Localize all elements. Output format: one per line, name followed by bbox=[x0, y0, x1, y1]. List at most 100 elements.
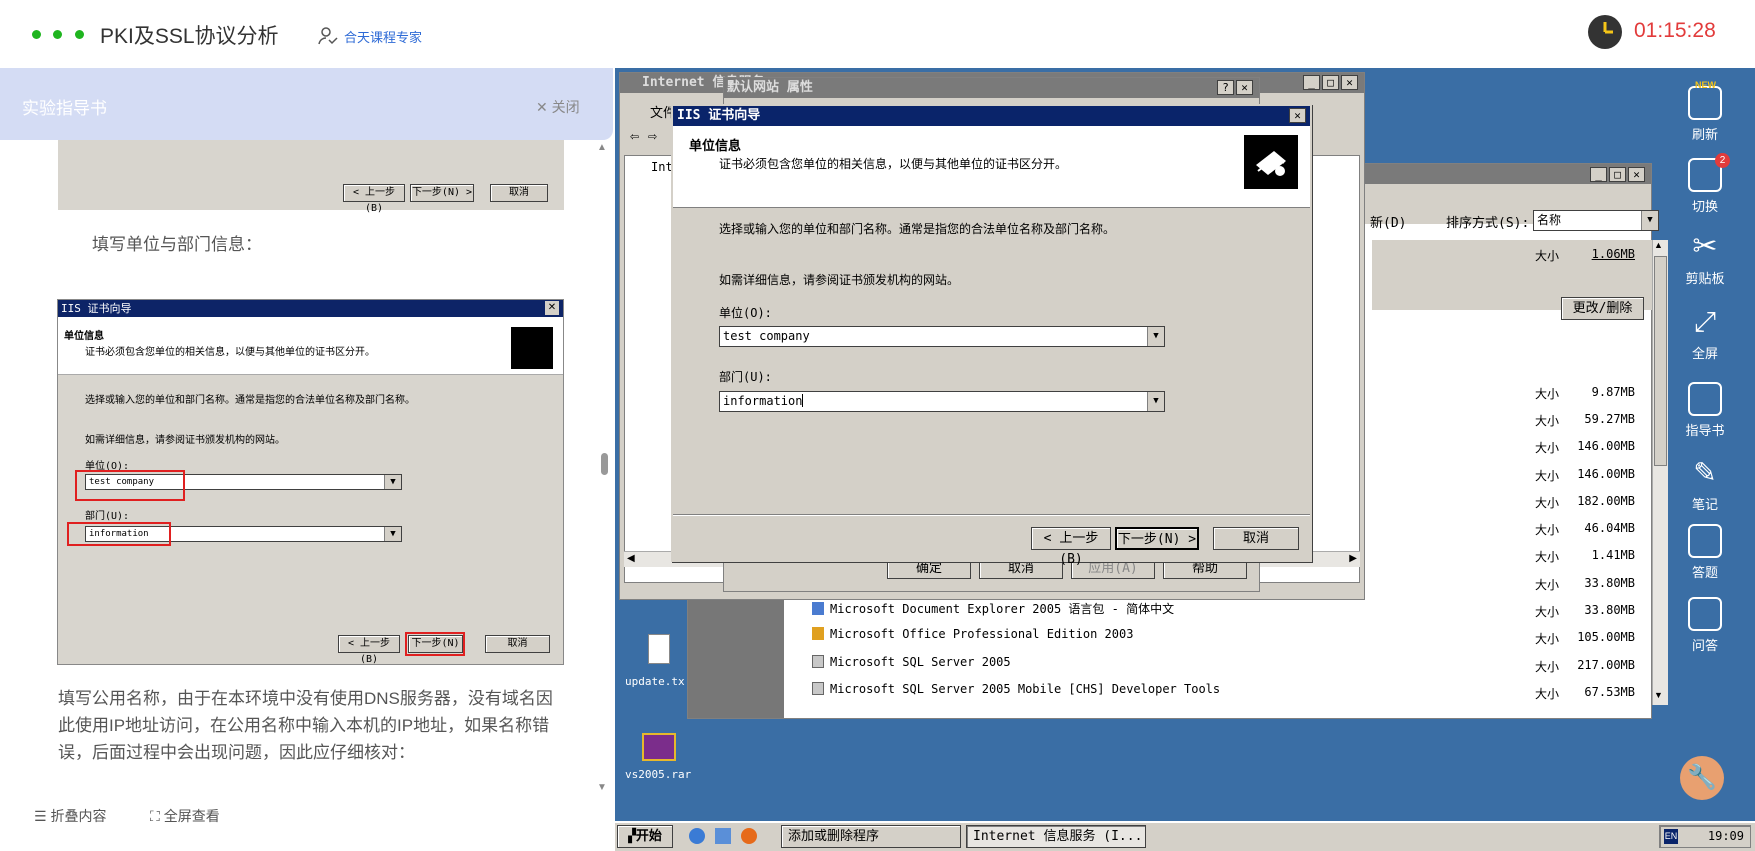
desktop-icon-label[interactable]: vs2005.rar bbox=[625, 768, 691, 781]
fold-content-button[interactable]: ☰ 折叠内容 bbox=[34, 806, 106, 826]
size-row: 大小 146.00MB bbox=[1535, 467, 1635, 484]
next-button[interactable]: 下一步(N) > bbox=[1115, 527, 1199, 550]
status-dot bbox=[32, 30, 41, 39]
dept-label: 部门(U): bbox=[719, 370, 772, 384]
guide-title: 实验指导书 bbox=[22, 99, 107, 118]
fullscreen-view-button[interactable]: ⛶ 全屏查看 bbox=[150, 806, 220, 826]
maximize-icon[interactable]: □ bbox=[1609, 167, 1626, 182]
chevron-down-icon: ▼ bbox=[384, 475, 401, 489]
org-field[interactable]: test company ▼ bbox=[719, 326, 1165, 347]
switch-tool[interactable]: 2 切换 bbox=[1672, 153, 1738, 215]
list-item[interactable]: Microsoft Document Explorer 2005 语言包 - 简… bbox=[812, 600, 1174, 617]
mini-back-button: < 上一步(B) bbox=[343, 184, 405, 214]
close-icon[interactable]: ✕ bbox=[1341, 75, 1358, 90]
ok-button[interactable]: 确定 bbox=[887, 559, 971, 579]
change-remove-button[interactable]: 更改/删除 bbox=[1561, 297, 1644, 320]
scroll-left-icon[interactable]: ◀ bbox=[627, 553, 635, 564]
taskbar-item[interactable]: 添加或删除程序 bbox=[781, 825, 961, 848]
scroll-thumb[interactable] bbox=[1654, 256, 1667, 466]
list-item[interactable]: Microsoft Office Professional Edition 20… bbox=[812, 627, 1133, 641]
firefox-icon[interactable] bbox=[741, 828, 757, 844]
rar-archive-icon[interactable] bbox=[642, 733, 676, 761]
fullscreen-tool[interactable]: ⤢ 全屏 bbox=[1672, 305, 1738, 362]
scroll-right-icon[interactable]: ▶ bbox=[1349, 553, 1357, 564]
wrench-icon[interactable]: 🔧 bbox=[1680, 756, 1724, 800]
size-row: 大小 33.80MB bbox=[1535, 576, 1635, 593]
cancel-button[interactable]: 取消 bbox=[1213, 527, 1299, 550]
app-title: PKI及SSL协议分析 bbox=[100, 25, 279, 48]
size-value: 67.53MB bbox=[1584, 685, 1635, 699]
tool-label: 剪贴板 bbox=[1685, 271, 1725, 286]
tool-label: 全屏 bbox=[1691, 346, 1718, 361]
expert-label[interactable]: 合天课程专家 bbox=[344, 27, 422, 46]
scroll-down-icon[interactable]: ▼ bbox=[1654, 690, 1663, 700]
wizard-divider bbox=[673, 514, 1310, 516]
size-row: 大小 1.41MB bbox=[1535, 548, 1635, 565]
expand-icon: ⛶ bbox=[150, 808, 160, 824]
start-button[interactable]: ▞开始 bbox=[617, 825, 673, 848]
maximize-icon[interactable]: □ bbox=[1322, 75, 1339, 90]
answer-tool[interactable]: 答题 bbox=[1672, 524, 1738, 581]
mini-header: 单位信息 证书必须包含您单位的相关信息，以便与其他单位的证书区分开。 bbox=[58, 317, 563, 375]
help-icon[interactable]: ? bbox=[1217, 80, 1234, 95]
explorer-icon[interactable] bbox=[715, 828, 731, 844]
qa-tool[interactable]: 问答 bbox=[1672, 597, 1738, 654]
back-button[interactable]: < 上一步(B) bbox=[1031, 527, 1111, 567]
program-icon bbox=[812, 627, 824, 640]
scroll-down-icon[interactable]: ▼ bbox=[597, 782, 607, 793]
scroll-thumb[interactable] bbox=[601, 453, 608, 475]
scroll-up-icon[interactable]: ▲ bbox=[1654, 240, 1663, 250]
sort-label: 排序方式(S): bbox=[1446, 216, 1530, 231]
program-icon bbox=[812, 682, 824, 695]
close-icon[interactable]: ✕ bbox=[1289, 108, 1306, 123]
size-value: 9.87MB bbox=[1591, 385, 1635, 399]
size-value: 1.41MB bbox=[1591, 548, 1635, 562]
menu-icon: ☰ bbox=[34, 808, 47, 824]
minimize-icon[interactable]: _ bbox=[1303, 75, 1320, 90]
taskbar-item-active[interactable]: Internet 信息服务 (I... bbox=[966, 825, 1146, 848]
apply-button[interactable]: 应用(A) bbox=[1071, 559, 1155, 579]
sort-select[interactable]: 名称 ▼ bbox=[1533, 210, 1659, 231]
expert-link[interactable]: 合天课程专家 bbox=[318, 26, 422, 46]
close-icon[interactable]: ✕ bbox=[1628, 167, 1645, 182]
desktop-icon-label[interactable]: update.tx bbox=[625, 675, 685, 688]
programs-scrollbar[interactable]: ▲ ▼ bbox=[1652, 240, 1668, 705]
close-icon: ✕ bbox=[545, 301, 559, 315]
help-button[interactable]: 帮助 bbox=[1163, 559, 1247, 579]
tray-clock: 19:09 bbox=[1707, 829, 1744, 843]
guide-tool[interactable]: 指导书 bbox=[1672, 382, 1738, 439]
properties-titlebar: 默认网站 属性 bbox=[724, 78, 1259, 98]
guide-close-button[interactable]: ✕ 关闭 bbox=[536, 97, 580, 117]
chevron-down-icon[interactable]: ▼ bbox=[1147, 327, 1164, 346]
tool-label: 刷新 bbox=[1691, 127, 1718, 142]
size-value: 59.27MB bbox=[1584, 412, 1635, 426]
guide-paragraph: 填写公用名称，由于在本环境中没有使用DNS服务器，没有域名因此使用IP地址访问，… bbox=[58, 689, 553, 762]
refresh-tool[interactable]: NEW 刷新 bbox=[1672, 80, 1738, 143]
scroll-up-icon[interactable]: ▲ bbox=[597, 142, 607, 153]
size-row: 大小 217.00MB bbox=[1535, 658, 1635, 675]
expand-icon: ⤢ bbox=[1693, 306, 1717, 337]
size-row: 大小 182.00MB bbox=[1535, 494, 1635, 511]
text-file-icon[interactable] bbox=[648, 634, 670, 664]
size-label: 大小 bbox=[1535, 387, 1560, 401]
program-icon bbox=[812, 602, 824, 615]
list-item[interactable]: Microsoft SQL Server 2005 bbox=[812, 655, 1011, 669]
countdown-timer: 01:15:28 bbox=[1634, 19, 1716, 42]
back-arrow-icon[interactable]: ⇦ ⇨ bbox=[630, 127, 657, 145]
mini-cancel-button: 取消 bbox=[490, 184, 548, 202]
minimize-icon[interactable]: _ bbox=[1590, 167, 1607, 182]
chevron-down-icon[interactable]: ▼ bbox=[1147, 392, 1164, 411]
size-row: 大小 46.04MB bbox=[1535, 521, 1635, 538]
certificate-wizard[interactable]: IIS 证书向导 ✕ 单位信息 证书必须包含您单位的相关信息，以便与其他单位的证… bbox=[671, 104, 1312, 567]
language-indicator[interactable]: EN bbox=[1664, 829, 1678, 844]
clipboard-tool[interactable]: ✂ 剪贴板 bbox=[1672, 230, 1738, 287]
dept-field[interactable]: information ▼ bbox=[719, 391, 1165, 412]
close-icon[interactable]: ✕ bbox=[1236, 80, 1253, 95]
cancel-button[interactable]: 取消 bbox=[979, 559, 1063, 579]
ie-icon[interactable] bbox=[689, 828, 705, 844]
tree-item[interactable]: Int bbox=[651, 160, 673, 174]
wizard-head-title: 单位信息 bbox=[689, 139, 742, 154]
notes-tool[interactable]: ✎ 笔记 bbox=[1672, 456, 1738, 513]
list-item[interactable]: Microsoft SQL Server 2005 Mobile [CHS] D… bbox=[812, 682, 1220, 696]
text-cursor bbox=[802, 394, 804, 407]
